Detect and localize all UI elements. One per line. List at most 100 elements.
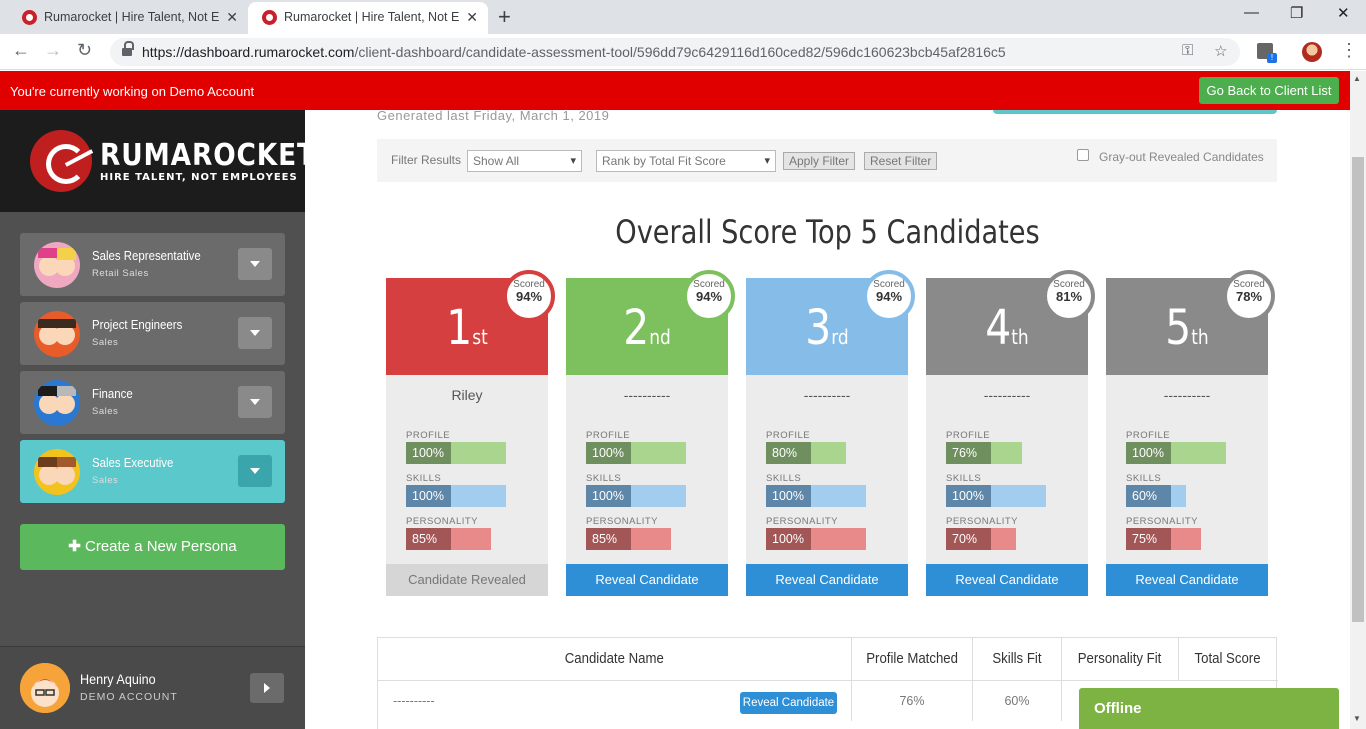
skills-bar-fill (631, 485, 686, 507)
persona-sales-executive[interactable]: Sales Executive Sales (20, 440, 285, 503)
go-back-to-client-list-button[interactable]: Go Back to Client List (1199, 77, 1339, 104)
row-skills-fit: 60% (973, 681, 1062, 721)
user-menu-arrow-icon[interactable] (250, 673, 284, 703)
create-new-persona-button[interactable]: ✚ Create a New Persona (20, 524, 285, 570)
generated-date: Generated last Friday, March 1, 2019 (377, 110, 610, 123)
chat-offline-widget[interactable]: Offline (1079, 688, 1339, 729)
personality-bar-fill (1171, 528, 1201, 550)
top-candidates-title: Overall Score Top 5 Candidates (615, 213, 1040, 251)
persona-finance[interactable]: Finance Sales (20, 371, 285, 434)
new-tab-icon[interactable]: + (498, 4, 511, 30)
reveal-candidate-button[interactable]: Reveal Candidate (926, 564, 1088, 596)
skills-label: SKILLS (586, 473, 622, 484)
reveal-candidate-button[interactable]: Reveal Candidate (1106, 564, 1268, 596)
personality-label: PERSONALITY (946, 516, 1019, 527)
persona-title: Finance (92, 386, 133, 401)
tab-close-icon[interactable]: ✕ (466, 2, 478, 32)
profile-avatar-icon[interactable] (1302, 42, 1322, 62)
star-icon[interactable]: ☆ (1214, 42, 1227, 60)
scroll-up-icon[interactable]: ▲ (1353, 74, 1361, 83)
reveal-candidate-button[interactable]: Reveal Candidate (746, 564, 908, 596)
persona-avatar-icon (34, 242, 80, 288)
show-filter-select[interactable]: Show All (467, 150, 582, 172)
personality-label: PERSONALITY (766, 516, 839, 527)
persona-avatar-icon (34, 380, 80, 426)
persona-project-engineers[interactable]: Project Engineers Sales (20, 302, 285, 365)
score-badge-value: 94% (515, 289, 543, 304)
minimize-icon[interactable]: — (1244, 4, 1259, 21)
col-total-score[interactable]: Total Score (1179, 638, 1277, 680)
skills-bar: 60% (1126, 485, 1186, 507)
col-candidate-name[interactable]: Candidate Name (378, 638, 852, 680)
persona-subtitle: Sales (92, 406, 119, 417)
header-action-button[interactable] (993, 110, 1277, 114)
skills-label: SKILLS (766, 473, 802, 484)
persona-dropdown-icon[interactable] (238, 386, 272, 418)
profile-bar: 76% (946, 442, 1022, 464)
candidate-revealed-label: Candidate Revealed (386, 564, 548, 596)
forward-icon[interactable]: → (44, 40, 62, 61)
col-personality-fit[interactable]: Personality Fit (1062, 638, 1179, 680)
scroll-thumb[interactable] (1352, 157, 1364, 622)
skills-value: 100% (766, 485, 811, 507)
persona-subtitle: Sales (92, 475, 119, 486)
candidate-name: ---------- (983, 387, 1031, 403)
brand-logo[interactable]: RUMAROCKET HIRE TALENT, NOT EMPLOYEES (0, 110, 315, 212)
scroll-down-icon[interactable]: ▼ (1353, 714, 1361, 723)
tab-close-icon[interactable]: ✕ (226, 2, 238, 32)
personality-bar: 75% (1126, 528, 1201, 550)
persona-dropdown-icon[interactable] (238, 317, 272, 349)
persona-dropdown-icon[interactable] (238, 248, 272, 280)
restore-icon[interactable]: ❐ (1290, 4, 1303, 22)
rank-by-select[interactable]: Rank by Total Fit Score (596, 150, 776, 172)
browser-tab-1[interactable]: Rumarocket | Hire Talent, Not Em ✕ (8, 2, 248, 34)
persona-dropdown-icon[interactable] (238, 455, 272, 487)
score-badge-value: 81% (1055, 289, 1083, 304)
profile-label: PROFILE (766, 430, 811, 441)
reveal-candidate-button[interactable]: Reveal Candidate (566, 564, 728, 596)
candidate-card: 3rd Scored 94% ---------- PROFILE 80% SKI… (746, 270, 915, 596)
personality-bar: 85% (406, 528, 491, 550)
score-badge-value: 78% (1235, 289, 1263, 304)
persona-avatar-icon (34, 311, 80, 357)
col-skills-fit[interactable]: Skills Fit (973, 638, 1062, 680)
personality-value: 85% (586, 528, 631, 550)
user-avatar[interactable] (20, 663, 70, 713)
score-badge-value: 94% (695, 289, 723, 304)
personality-value: 100% (766, 528, 811, 550)
profile-value: 76% (946, 442, 991, 464)
reload-icon[interactable]: ↻ (77, 40, 92, 61)
plus-icon: ✚ (68, 538, 81, 555)
address-bar[interactable]: https://dashboard.rumarocket.com/client-… (110, 38, 1240, 66)
user-name: Henry Aquino (80, 671, 156, 687)
grayout-checkbox[interactable] (1077, 149, 1089, 161)
filter-bar: Filter Results Show All Rank by Total Fi… (377, 139, 1277, 182)
tab-title: Rumarocket | Hire Talent, Not Em (284, 10, 459, 24)
rocket-logo-icon (30, 130, 92, 192)
extension-icon[interactable] (1257, 43, 1277, 63)
profile-value: 100% (586, 442, 631, 464)
col-profile-matched[interactable]: Profile Matched (852, 638, 973, 680)
score-badge-value: 94% (875, 289, 903, 304)
reset-filter-button[interactable]: Reset Filter (864, 152, 938, 170)
skills-label: SKILLS (946, 473, 982, 484)
candidate-card: 1st Scored 94% Riley PROFILE 100% SKILLS … (386, 270, 555, 596)
personality-bar-fill (991, 528, 1016, 550)
profile-value: 100% (1126, 442, 1171, 464)
browser-menu-icon[interactable]: ⋮ (1340, 40, 1358, 61)
apply-filter-button[interactable]: Apply Filter (783, 152, 856, 170)
key-icon[interactable]: ⚿ (1182, 42, 1193, 59)
candidate-card: 4th Scored 81% ---------- PROFILE 76% SKI… (926, 270, 1095, 596)
personality-value: 75% (1126, 528, 1171, 550)
skills-bar: 100% (406, 485, 506, 507)
persona-sales-representative[interactable]: Sales Representative Retail Sales (20, 233, 285, 296)
browser-tab-2[interactable]: Rumarocket | Hire Talent, Not Em ✕ (248, 2, 488, 34)
user-account-type: DEMO ACCOUNT (80, 691, 178, 703)
page-scrollbar[interactable]: ▲ ▼ (1350, 71, 1366, 729)
user-panel: Henry Aquino DEMO ACCOUNT (0, 646, 305, 729)
profile-value: 100% (406, 442, 451, 464)
window-close-icon[interactable]: ✕ (1337, 4, 1350, 22)
candidate-name: Riley (451, 387, 483, 403)
row-reveal-candidate-button[interactable]: Reveal Candidate (740, 692, 837, 714)
back-icon[interactable]: ← (12, 40, 30, 61)
